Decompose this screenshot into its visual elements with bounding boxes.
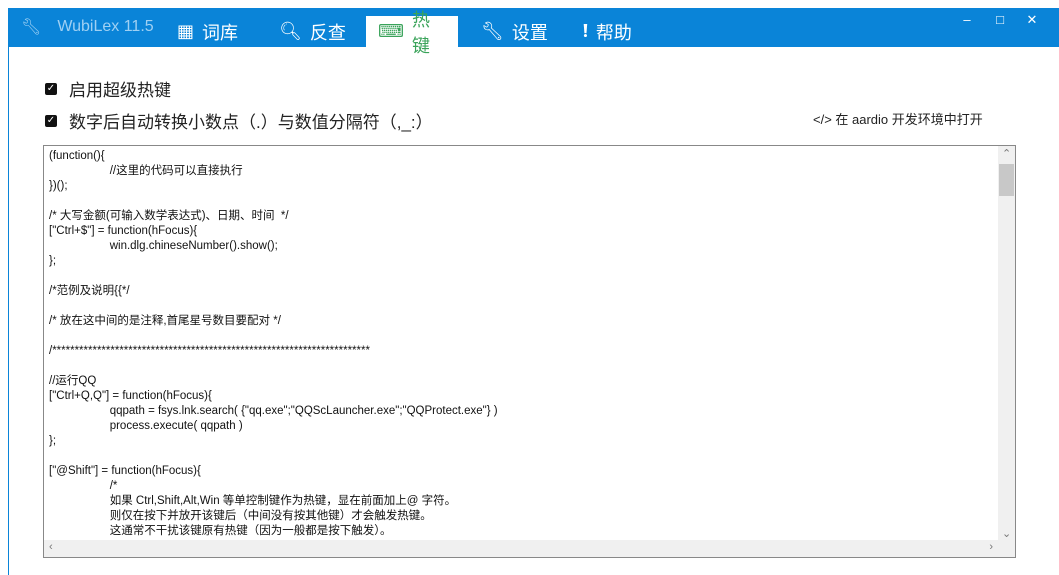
code-editor[interactable]: (function(){ //这里的代码可以直接执行 })(); /* 大写金额(… xyxy=(43,145,1016,558)
code-line: }; xyxy=(49,435,57,447)
checkbox-checked-icon: ✓ xyxy=(45,82,57,95)
grid-icon: ▦ xyxy=(177,21,195,41)
tab-reverse-lookup[interactable]: 🔍︎ 反查 xyxy=(267,16,358,47)
info-icon: ❗︎ xyxy=(583,21,588,41)
code-line: //运行QQ xyxy=(49,375,97,387)
code-line: qqpath = fsys.lnk.search( {"qq.exe";"QQS… xyxy=(49,405,498,417)
code-text[interactable]: (function(){ //这里的代码可以直接执行 })(); /* 大写金额(… xyxy=(49,149,498,539)
tab-help[interactable]: ❗︎ 帮助 xyxy=(571,16,644,47)
auto-convert-decimal-checkbox[interactable]: ✓ 数字后自动转换小数点（.）与数值分隔符（,_:） xyxy=(45,108,433,133)
code-line: 这通常不干扰该键原有热键（因为一般都是按下触发）。 xyxy=(49,525,392,537)
code-line: /*范例及说明{{*/ xyxy=(49,285,130,297)
tab-hotkeys[interactable]: ⌨ 热键 xyxy=(366,10,458,56)
code-line: /* 放在这中间的是注释,首尾星号数目要配对 */ xyxy=(49,315,281,327)
code-line: })(); xyxy=(49,180,68,192)
code-line: (function(){ xyxy=(49,150,105,162)
code-line: ["Ctrl+Q,Q"] = function(hFocus){ xyxy=(49,390,212,402)
tab-lexicon[interactable]: ▦ 词库 xyxy=(165,16,250,47)
minimize-button[interactable]: – xyxy=(957,12,977,27)
vertical-scrollbar[interactable]: ⌃ ⌄ xyxy=(998,146,1015,541)
wrench-icon: 🔧︎ xyxy=(21,19,42,36)
code-line: /***************************************… xyxy=(49,345,370,357)
code-line: /* xyxy=(49,480,118,492)
code-line: 如果 Ctrl,Shift,Alt,Win 等单控制键作为热键，显在前面加上@ … xyxy=(49,495,457,507)
search-icon: 🔍︎ xyxy=(279,21,302,41)
checkbox-checked-icon: ✓ xyxy=(45,114,57,127)
app-brand: 🔧︎ WubiLex 11.5 xyxy=(21,17,154,37)
open-in-aardio-link[interactable]: </> 在 aardio 开发环境中打开 xyxy=(813,109,983,128)
code-line: ["Ctrl+$"] = function(hFocus){ xyxy=(49,225,198,237)
scroll-down-icon[interactable]: ⌄ xyxy=(1002,527,1011,540)
app-window: 🔧︎ WubiLex 11.5 ▦ 词库 🔍︎ 反查 ⌨ 热键 🔧︎ 设置 ❗︎ 帮助 –… xyxy=(8,8,1059,575)
title-bar: 🔧︎ WubiLex 11.5 ▦ 词库 🔍︎ 反查 ⌨ 热键 🔧︎ 设置 ❗︎ 帮助 –… xyxy=(9,8,1059,56)
app-title: WubiLex 11.5 xyxy=(57,18,154,35)
code-line: 则仅在按下并放开该键后（中间没有按其他键）才会触发热键。 xyxy=(49,510,432,522)
code-line: /* 大写金额(可输入数学表达式)、日期、时间 */ xyxy=(49,210,289,222)
horizontal-scrollbar[interactable]: ‹ › xyxy=(44,540,1015,557)
enable-super-hotkey-checkbox[interactable]: ✓ 启用超级热键 xyxy=(45,76,171,101)
code-line: ["@Shift"] = function(hFocus){ xyxy=(49,465,201,477)
code-line: //这里的代码可以直接执行 xyxy=(49,165,243,177)
maximize-button[interactable]: □ xyxy=(990,12,1010,27)
scroll-right-icon[interactable]: › xyxy=(989,541,993,553)
close-button[interactable]: ✕ xyxy=(1022,12,1042,28)
scroll-up-icon[interactable]: ⌃ xyxy=(1002,147,1011,160)
keyboard-icon: ⌨ xyxy=(378,21,404,41)
scrollbar-thumb[interactable] xyxy=(999,164,1014,196)
wrench-icon: 🔧︎ xyxy=(481,21,504,41)
code-line: win.dlg.chineseNumber().show(); xyxy=(49,240,278,252)
code-line: process.execute( qqpath ) xyxy=(49,420,243,432)
scroll-left-icon[interactable]: ‹ xyxy=(49,541,53,553)
code-line: }; xyxy=(49,255,57,267)
tab-settings[interactable]: 🔧︎ 设置 xyxy=(469,16,560,47)
